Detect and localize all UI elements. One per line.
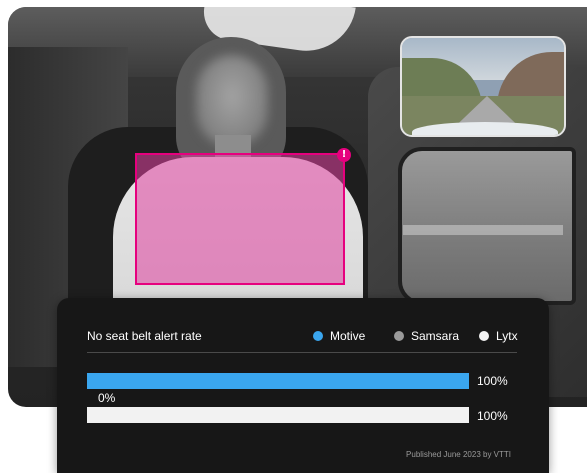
bar-value-motive: 100% — [477, 374, 508, 388]
legend-dot-samsara — [394, 331, 404, 341]
promo-graphic: ! No seat belt alert rate Motive Samsara… — [0, 0, 587, 473]
bar-value-samsara: 0% — [98, 391, 116, 405]
bar-motive — [87, 373, 469, 389]
bar-lytx — [87, 407, 469, 423]
panel-divider — [87, 352, 517, 353]
legend-dot-lytx — [479, 331, 489, 341]
legend-dot-motive — [313, 331, 323, 341]
panel-title: No seat belt alert rate — [87, 329, 202, 343]
alert-icon: ! — [337, 148, 351, 162]
blurred-driver-face — [196, 55, 268, 147]
legend-label-motive: Motive — [330, 329, 366, 343]
window-rail — [403, 225, 563, 235]
legend-item-motive: Motive — [313, 329, 365, 343]
legend-item-samsara: Samsara — [394, 329, 459, 343]
road-camera-inset — [400, 36, 566, 137]
alert-rate-panel: No seat belt alert rate Motive Samsara L… — [57, 298, 549, 473]
legend-label-lytx: Lytx — [496, 329, 518, 343]
published-footnote: Published June 2023 by VTTI — [406, 450, 511, 459]
legend-item-lytx: Lytx — [479, 329, 518, 343]
vehicle-hood — [412, 122, 558, 135]
seat-belt-detection-box — [135, 153, 345, 285]
bar-value-lytx: 100% — [477, 409, 508, 423]
legend-label-samsara: Samsara — [411, 329, 460, 343]
